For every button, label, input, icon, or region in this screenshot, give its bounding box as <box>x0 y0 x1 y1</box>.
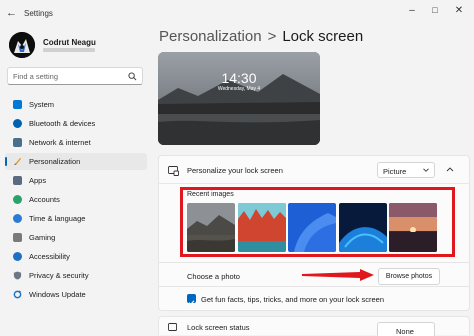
sidebar-item-network[interactable]: Network & internet <box>5 134 147 151</box>
sidebar-item-system[interactable]: System <box>5 96 147 113</box>
shield-icon <box>13 271 22 280</box>
search-icon <box>128 72 137 81</box>
user-email-redacted <box>43 48 95 52</box>
sidebar-item-apps[interactable]: Apps <box>5 172 147 189</box>
accessibility-icon <box>13 252 22 261</box>
lock-screen-preview: 14:30 Wednesday, May 4 <box>158 52 320 145</box>
chevron-down-icon <box>423 168 429 172</box>
window-title: Settings <box>24 9 53 18</box>
bluetooth-icon <box>13 119 22 128</box>
recent-images-highlight <box>180 187 455 257</box>
checkmark-icon <box>188 300 195 306</box>
sidebar-item-label: Network & internet <box>29 138 91 147</box>
active-indicator <box>5 157 7 166</box>
search-box[interactable] <box>7 67 143 85</box>
close-icon[interactable]: ✕ <box>452 5 466 16</box>
divider <box>158 183 470 184</box>
personalize-label: Personalize your lock screen <box>187 166 283 175</box>
title-bar: ← Settings – □ ✕ <box>0 0 474 28</box>
clock-icon <box>13 214 22 223</box>
search-input[interactable] <box>13 71 123 82</box>
fun-facts-label: Get fun facts, tips, tricks, and more on… <box>201 295 384 304</box>
user-name: Codrut Neagu <box>43 38 96 47</box>
red-arrow-icon <box>302 269 374 281</box>
sidebar-item-label: System <box>29 100 55 109</box>
sidebar-item-accessibility[interactable]: Accessibility <box>5 248 147 265</box>
sidebar-item-windows-update[interactable]: Windows Update <box>5 286 147 303</box>
lock-screen-device-icon <box>168 166 179 176</box>
preview-date: Wednesday, May 4 <box>217 86 261 92</box>
chevron-up-icon[interactable] <box>446 166 454 173</box>
status-dropdown[interactable]: None <box>377 322 435 336</box>
sidebar-item-bluetooth[interactable]: Bluetooth & devices <box>5 115 147 132</box>
fun-facts-checkbox[interactable] <box>187 294 196 306</box>
network-icon <box>13 138 22 147</box>
breadcrumb: Personalization > Lock screen <box>159 28 363 45</box>
breadcrumb-separator: > <box>267 28 277 45</box>
gamepad-icon <box>13 233 22 242</box>
apps-icon <box>13 176 22 185</box>
sidebar-item-label: Gaming <box>29 233 56 242</box>
maximize-icon[interactable]: □ <box>428 5 442 15</box>
status-label: Lock screen status <box>187 323 250 332</box>
avatar[interactable] <box>9 32 35 58</box>
sidebar-item-label: Personalization <box>29 157 81 166</box>
sidebar-item-label: Accounts <box>29 195 60 204</box>
monitor-icon <box>13 100 22 109</box>
sidebar-item-label: Privacy & security <box>29 271 89 280</box>
preview-time: 14:30 <box>221 70 257 86</box>
preview-background-image <box>158 52 320 145</box>
sidebar-item-label: Accessibility <box>29 252 70 261</box>
breadcrumb-parent[interactable]: Personalization <box>159 28 262 45</box>
sidebar-item-label: Bluetooth & devices <box>29 119 96 128</box>
sidebar-item-personalization[interactable]: Personalization <box>5 153 147 170</box>
status-icon <box>168 323 177 331</box>
back-arrow-icon[interactable]: ← <box>6 7 18 19</box>
personalize-dropdown-value: Picture <box>383 167 407 176</box>
person-icon <box>13 195 22 204</box>
sidebar-item-privacy[interactable]: Privacy & security <box>5 267 147 284</box>
page-title: Lock screen <box>282 28 364 45</box>
choose-photo-label: Choose a photo <box>187 272 240 281</box>
sidebar-item-label: Apps <box>29 176 47 185</box>
update-icon <box>13 290 22 299</box>
sidebar-item-label: Time & language <box>29 214 86 223</box>
brush-icon <box>13 157 22 166</box>
sidebar-item-time-language[interactable]: Time & language <box>5 210 147 227</box>
browse-photos-button[interactable]: Browse photos <box>378 268 440 285</box>
minimize-icon[interactable]: – <box>405 5 419 16</box>
sidebar-item-accounts[interactable]: Accounts <box>5 191 147 208</box>
personalize-dropdown[interactable]: Picture <box>377 162 435 178</box>
sidebar-item-gaming[interactable]: Gaming <box>5 229 147 246</box>
sidebar-item-label: Windows Update <box>29 290 86 299</box>
